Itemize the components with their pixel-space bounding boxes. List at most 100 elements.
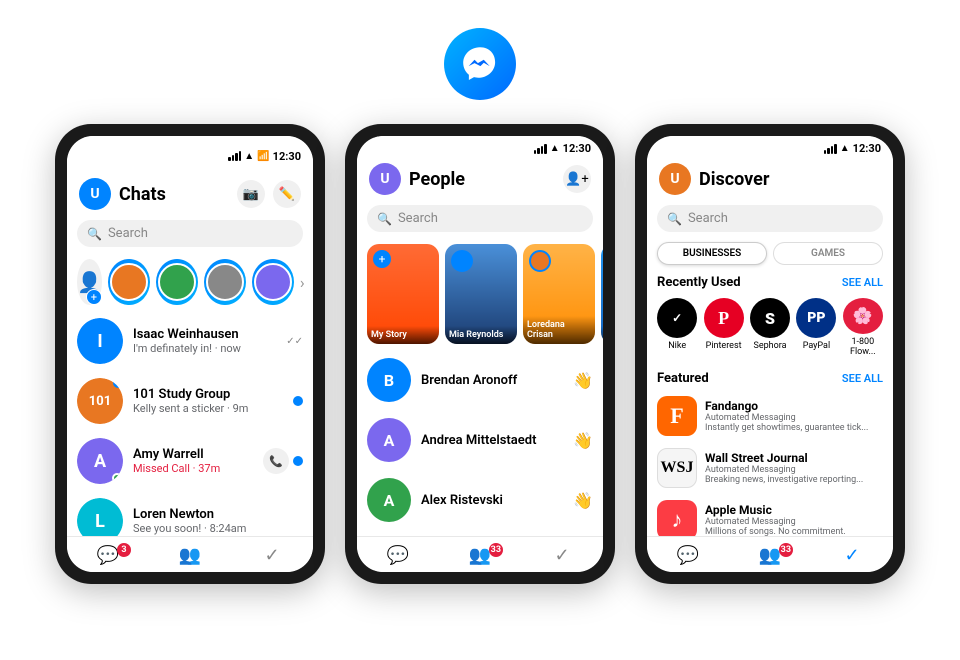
fandango-desc: Instantly get showtimes, guarantee tick.…: [705, 423, 883, 433]
recent-nike[interactable]: ✓ Nike: [657, 298, 697, 357]
fandango-tag: Automated Messaging: [705, 413, 883, 423]
avatar-andrea: A: [367, 418, 411, 462]
avatar-alex: A: [367, 478, 411, 522]
tab-businesses[interactable]: BUSINESSES: [657, 242, 767, 265]
chat-preview-isaac: I'm definately in! · now: [133, 342, 276, 355]
story-avatar-loredana: [529, 250, 551, 272]
recently-used-row: ✓ Nike P Pinterest S Sephora: [647, 294, 893, 365]
chats-nav-icon-2: 💬: [387, 545, 409, 566]
read-check-icon: ✓✓: [286, 336, 303, 347]
fandango-name: Fandango: [705, 399, 883, 413]
chat-avatar-loren: L: [77, 498, 123, 536]
nav-people-1[interactable]: 👥: [149, 545, 231, 566]
story-item-1[interactable]: [108, 259, 150, 305]
story-label-loredana: Loredana Crisan: [523, 316, 595, 344]
add-people-button[interactable]: 👤+: [563, 165, 591, 193]
apple-music-info: Apple Music Automated Messaging Millions…: [705, 503, 883, 536]
story-item-3[interactable]: [204, 259, 246, 305]
chat-item-study[interactable]: 101 101 Study Group Kelly sent a sticker…: [67, 371, 313, 431]
unread-dot-amy: [293, 456, 303, 466]
chat-item-amy[interactable]: A Amy Warrell Missed Call · 37m 📞: [67, 431, 313, 491]
apple-music-tag: Automated Messaging: [705, 517, 883, 527]
story-item-2[interactable]: [156, 259, 198, 305]
people-name-alex: Alex Ristevski: [421, 493, 563, 508]
people-item-brendan[interactable]: B Brendan Aronoff 👋: [357, 350, 603, 410]
story-mia[interactable]: Mia Reynolds: [445, 244, 517, 344]
nav-chats-3[interactable]: 💬: [647, 545, 729, 566]
nike-icon: ✓: [657, 298, 697, 338]
nav-chats-1[interactable]: 💬 3: [67, 545, 149, 566]
add-story-btn[interactable]: 👤 +: [77, 259, 102, 305]
recent-paypal[interactable]: PP PayPal: [796, 298, 836, 357]
camera-button[interactable]: 📷: [237, 180, 265, 208]
nav-active-3[interactable]: ✓: [811, 545, 893, 566]
chats-title: Chats: [119, 184, 237, 205]
nav-chats-2[interactable]: 💬: [357, 545, 439, 566]
pinterest-label: Pinterest: [706, 341, 742, 351]
people-title: People: [409, 169, 563, 190]
active-nav-icon: ✓: [264, 545, 279, 566]
people-name-brendan: Brendan Aronoff: [421, 373, 563, 388]
featured-title: Featured: [657, 371, 709, 386]
chat-name-loren: Loren Newton: [133, 507, 293, 522]
people-search[interactable]: 🔍 Search: [367, 205, 593, 232]
online-indicator-amy: [112, 473, 122, 483]
wave-btn-brendan[interactable]: 👋: [573, 371, 593, 390]
recent-flowers[interactable]: 🌸 1-800 Flow...: [843, 298, 883, 357]
people-item-alex[interactable]: A Alex Ristevski 👋: [357, 470, 603, 530]
chat-name-study: 101 Study Group: [133, 387, 283, 402]
tab-games[interactable]: GAMES: [773, 242, 883, 265]
story-item-4[interactable]: [252, 259, 294, 305]
chat-preview-amy: Missed Call · 37m: [133, 462, 253, 475]
active-nav-icon-2: ✓: [554, 545, 569, 566]
featured-wsj[interactable]: WSJ Wall Street Journal Automated Messag…: [647, 442, 893, 494]
user-avatar-1: U: [79, 178, 111, 210]
active-nav-icon-3: ✓: [844, 545, 859, 566]
nav-active-1[interactable]: ✓: [231, 545, 313, 566]
people-nav-icon-3: 👥: [759, 545, 781, 566]
flowers-icon: 🌸: [843, 298, 883, 334]
story-label-jean: Jean-M Denis: [601, 326, 603, 344]
see-all-recent[interactable]: SEE ALL: [842, 276, 883, 289]
recent-sephora[interactable]: S Sephora: [750, 298, 790, 357]
featured-fandango[interactable]: F Fandango Automated Messaging Instantly…: [647, 390, 893, 442]
status-time-3: 12:30: [853, 142, 881, 155]
chat-preview-study: Kelly sent a sticker · 9m: [133, 402, 283, 415]
chat-item-loren[interactable]: L Loren Newton See you soon! · 8:24am: [67, 491, 313, 536]
chats-badge: 3: [117, 543, 131, 557]
edit-button[interactable]: ✏️: [273, 180, 301, 208]
discover-search[interactable]: 🔍 Search: [657, 205, 883, 232]
people-item-andrea[interactable]: A Andrea Mittelstaedt 👋: [357, 410, 603, 470]
people-nav-icon-2: 👥: [469, 545, 491, 566]
discover-tabs: BUSINESSES GAMES: [647, 238, 893, 269]
people-stories: + My Story Mia Reynolds Loredana Crisan …: [357, 238, 603, 350]
phones-container: ▲ 📶 12:30 U Chats 📷 ✏️ 🔍 Search: [55, 124, 905, 584]
bottom-nav-2: 💬 👥 33 ✓: [357, 536, 603, 572]
fandango-info: Fandango Automated Messaging Instantly g…: [705, 399, 883, 433]
my-story-card[interactable]: + My Story: [367, 244, 439, 344]
call-back-btn[interactable]: 📞: [263, 448, 289, 474]
status-bar-2: ▲ 12:30: [357, 136, 603, 157]
chats-search[interactable]: 🔍 Search: [77, 220, 303, 247]
nav-people-3[interactable]: 👥 33: [729, 545, 811, 566]
wsj-tag: Automated Messaging: [705, 465, 883, 475]
bottom-nav-3: 💬 👥 33 ✓: [647, 536, 893, 572]
chat-item-isaac[interactable]: I Isaac Weinhausen I'm definately in! · …: [67, 311, 313, 371]
featured-list: F Fandango Automated Messaging Instantly…: [647, 390, 893, 536]
story-jean[interactable]: Jean-M Denis: [601, 244, 603, 344]
chat-avatar-amy: A: [77, 438, 123, 484]
see-all-featured[interactable]: SEE ALL: [842, 372, 883, 385]
stories-row: 👤 + ›: [67, 253, 313, 311]
wave-btn-andrea[interactable]: 👋: [573, 431, 593, 450]
story-loredana[interactable]: Loredana Crisan: [523, 244, 595, 344]
nav-people-2[interactable]: 👥 33: [439, 545, 521, 566]
recent-pinterest[interactable]: P Pinterest: [703, 298, 743, 357]
featured-apple-music[interactable]: ♪ Apple Music Automated Messaging Millio…: [647, 494, 893, 536]
bottom-nav-1: 💬 3 👥 ✓: [67, 536, 313, 572]
nav-active-2[interactable]: ✓: [521, 545, 603, 566]
phone-people: ▲ 12:30 U People 👤+ 🔍 Search: [345, 124, 615, 584]
user-avatar-2: U: [369, 163, 401, 195]
wave-btn-alex[interactable]: 👋: [573, 491, 593, 510]
sephora-icon: S: [750, 298, 790, 338]
nike-label: Nike: [668, 341, 686, 351]
